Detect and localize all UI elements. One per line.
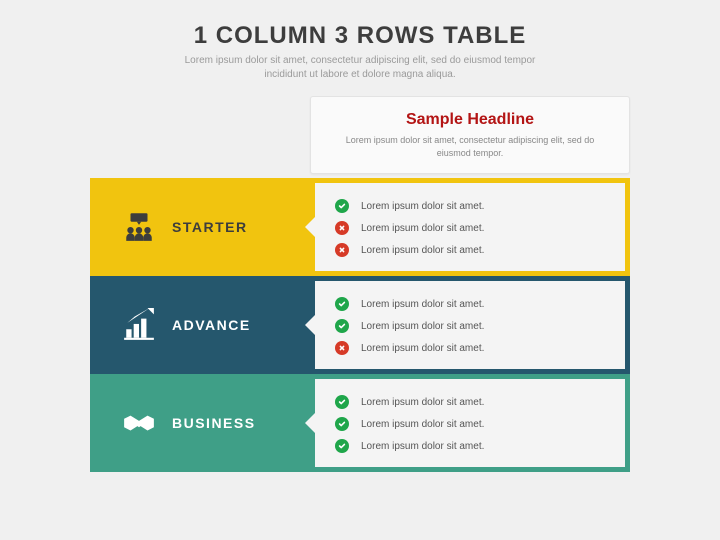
cross-icon (335, 341, 349, 355)
feature-text: Lorem ipsum dolor sit amet. (361, 321, 484, 332)
feature-item: Lorem ipsum dolor sit amet. (335, 297, 607, 311)
feature-text: Lorem ipsum dolor sit amet. (361, 343, 484, 354)
feature-item: Lorem ipsum dolor sit amet. (335, 199, 607, 213)
feature-text: Lorem ipsum dolor sit amet. (361, 419, 484, 430)
feature-text: Lorem ipsum dolor sit amet. (361, 201, 484, 212)
feature-item: Lorem ipsum dolor sit amet. (335, 341, 607, 355)
feature-text: Lorem ipsum dolor sit amet. (361, 441, 484, 452)
feature-item: Lorem ipsum dolor sit amet. (335, 439, 607, 453)
feature-text: Lorem ipsum dolor sit amet. (361, 245, 484, 256)
tier-label-area: BUSINESS (90, 374, 310, 472)
slide-subtitle: Lorem ipsum dolor sit amet, consectetur … (180, 54, 540, 82)
slide: 1 COLUMN 3 ROWS TABLE Lorem ipsum dolor … (0, 0, 720, 540)
chat-crowd-icon (122, 210, 156, 244)
tier-row-starter: STARTER Lorem ipsum dolor sit amet. Lore… (90, 178, 630, 276)
tier-features-panel: Lorem ipsum dolor sit amet. Lorem ipsum … (315, 379, 625, 467)
tier-features-panel: Lorem ipsum dolor sit amet. Lorem ipsum … (315, 183, 625, 271)
tier-rows: STARTER Lorem ipsum dolor sit amet. Lore… (90, 178, 630, 472)
feature-item: Lorem ipsum dolor sit amet. (335, 395, 607, 409)
tier-label-area: STARTER (90, 178, 310, 276)
feature-text: Lorem ipsum dolor sit amet. (361, 299, 484, 310)
column-header-text: Lorem ipsum dolor sit amet, consectetur … (329, 134, 611, 159)
check-icon (335, 439, 349, 453)
feature-text: Lorem ipsum dolor sit amet. (361, 223, 484, 234)
column-headline: Sample Headline (329, 111, 611, 129)
tier-name: ADVANCE (172, 317, 251, 333)
tier-features-panel: Lorem ipsum dolor sit amet. Lorem ipsum … (315, 281, 625, 369)
check-icon (335, 417, 349, 431)
tier-name: STARTER (172, 219, 248, 235)
check-icon (335, 319, 349, 333)
tier-row-business: BUSINESS Lorem ipsum dolor sit amet. Lor… (90, 374, 630, 472)
tier-label-area: ADVANCE (90, 276, 310, 374)
tier-row-advance: ADVANCE Lorem ipsum dolor sit amet. Lore… (90, 276, 630, 374)
feature-item: Lorem ipsum dolor sit amet. (335, 243, 607, 257)
cross-icon (335, 221, 349, 235)
check-icon (335, 297, 349, 311)
check-icon (335, 395, 349, 409)
slide-title: 1 COLUMN 3 ROWS TABLE (0, 22, 720, 50)
check-icon (335, 199, 349, 213)
column-header-card: Sample Headline Lorem ipsum dolor sit am… (310, 96, 630, 174)
chart-growth-icon (122, 308, 156, 342)
feature-item: Lorem ipsum dolor sit amet. (335, 319, 607, 333)
handshake-icon (122, 406, 156, 440)
tier-name: BUSINESS (172, 415, 256, 431)
feature-item: Lorem ipsum dolor sit amet. (335, 417, 607, 431)
feature-text: Lorem ipsum dolor sit amet. (361, 397, 484, 408)
feature-item: Lorem ipsum dolor sit amet. (335, 221, 607, 235)
cross-icon (335, 243, 349, 257)
